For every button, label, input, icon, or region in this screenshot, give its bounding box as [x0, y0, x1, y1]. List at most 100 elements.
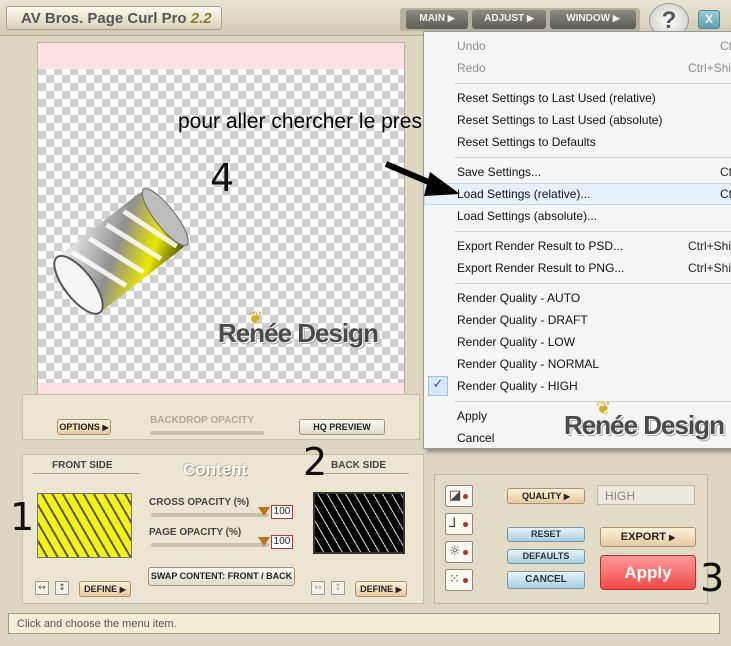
flip-horizontal-icon[interactable]: ↔	[311, 581, 325, 595]
checkmark-icon: ✓	[428, 376, 448, 396]
annotation-number-1: 1	[10, 495, 35, 539]
menu-item-render-low[interactable]: Render Quality - LOW	[424, 331, 731, 353]
watermark-logo: ❦ Renée Design	[218, 308, 379, 349]
play-icon: ▶	[119, 585, 126, 594]
cross-opacity-thumb[interactable]	[258, 507, 270, 516]
axis-icon: ⅃	[449, 516, 457, 531]
menu-item-label: Undo	[457, 39, 486, 53]
butterfly-icon: ❦	[248, 308, 264, 329]
menu-item-render-high[interactable]: ✓ Render Quality - HIGH	[424, 375, 731, 397]
texture-tool-button[interactable]: ⁙	[445, 569, 473, 591]
export-button[interactable]: EXPORT ▶	[600, 527, 696, 547]
main-menu-label: MAIN	[419, 13, 445, 24]
output-panel: ◪ ⅃ ☼ ⁙ QUALITY ▶ HIGH RESET DEFAULTS CA…	[434, 474, 708, 604]
menu-item-label: Render Quality - HIGH	[457, 379, 578, 393]
content-panel: FRONT SIDE ↔ ↕ DEFINE ▶ Content CROSS OP…	[22, 454, 424, 604]
menu-item-load-relative[interactable]: Load Settings (relative)... Ct	[424, 183, 731, 205]
cross-opacity-label: CROSS OPACITY (%)	[149, 497, 250, 508]
play-icon: ▶	[526, 13, 534, 23]
window-menu-button[interactable]: WINDOW ▶	[550, 10, 636, 29]
front-texture-swatch[interactable]	[37, 493, 132, 558]
cross-opacity-value[interactable]: 100	[271, 505, 293, 519]
indicator-dot	[463, 494, 468, 499]
menu-item-export-png[interactable]: Export Render Result to PNG... Ctrl+Shi	[424, 257, 731, 279]
adjust-menu-label: ADJUST	[484, 13, 525, 24]
page-tool-button[interactable]: ◪	[445, 485, 473, 507]
page-opacity-thumb[interactable]	[258, 537, 270, 546]
defaults-button[interactable]: DEFAULTS	[507, 549, 585, 564]
menu-item-shortcut: Ctrl+Shi	[688, 61, 731, 75]
define-front-label: DEFINE	[84, 584, 118, 594]
menu-item-shortcut: Ctrl+Shi	[688, 239, 731, 253]
annotation-arrow-icon	[384, 161, 460, 196]
butterfly-icon: ❦	[596, 398, 612, 419]
menu-item-redo[interactable]: Redo Ctrl+Shi	[424, 57, 731, 79]
axis-tool-button[interactable]: ⅃	[445, 513, 473, 535]
back-texture-swatch[interactable]	[313, 492, 405, 554]
curled-cylinder-image	[53, 188, 189, 315]
menu-item-label: Reset Settings to Defaults	[457, 135, 596, 149]
hq-preview-button[interactable]: HQ PREVIEW	[299, 419, 385, 435]
adjust-menu-button[interactable]: ADJUST ▶	[472, 10, 546, 29]
menu-item-shortcut: Ctrl+Shi	[688, 261, 731, 275]
menu-item-label: Reset Settings to Last Used (relative)	[457, 91, 656, 105]
swap-content-button[interactable]: SWAP CONTENT: FRONT / BACK	[148, 567, 295, 586]
quality-label: QUALITY	[521, 491, 562, 501]
menu-item-reset-defaults[interactable]: Reset Settings to Defaults	[424, 131, 731, 153]
cancel-button[interactable]: CANCEL	[507, 571, 585, 589]
play-icon: ▶	[395, 585, 402, 594]
quality-button[interactable]: QUALITY ▶	[507, 488, 585, 504]
menu-item-label: Load Settings (relative)...	[457, 187, 591, 201]
preview-top-band	[38, 43, 404, 69]
menu-item-label: Redo	[457, 61, 486, 75]
page-opacity-label: PAGE OPACITY (%)	[149, 527, 242, 538]
flip-vertical-icon[interactable]: ↕	[55, 581, 69, 595]
main-menu-dropdown: Undo Ct Redo Ctrl+Shi Reset Settings to La…	[423, 31, 731, 449]
menu-item-label: Reset Settings to Last Used (absolute)	[457, 113, 663, 127]
menu-item-reset-last-absolute[interactable]: Reset Settings to Last Used (absolute)	[424, 109, 731, 131]
content-heading: Content	[183, 460, 248, 479]
menu-item-undo[interactable]: Undo Ct	[424, 35, 731, 57]
menu-item-label: Export Render Result to PSD...	[457, 239, 624, 253]
app-version: 2.2	[190, 10, 212, 27]
backdrop-opacity-slider[interactable]	[150, 431, 264, 435]
light-tool-button[interactable]: ☼	[445, 541, 473, 563]
options-button[interactable]: OPTIONS ▶	[57, 419, 111, 435]
menu-item-label: Load Settings (absolute)...	[457, 209, 598, 223]
main-menu-button[interactable]: MAIN ▶	[406, 10, 468, 29]
play-icon: ▶	[612, 13, 620, 23]
back-side-label: BACK SIDE	[331, 460, 387, 471]
menu-item-render-draft[interactable]: Render Quality - DRAFT	[424, 309, 731, 331]
options-label: OPTIONS	[59, 422, 100, 432]
close-button[interactable]: X	[698, 10, 720, 29]
sun-icon: ☼	[449, 544, 461, 559]
indicator-dot	[463, 550, 468, 555]
menu-item-render-normal[interactable]: Render Quality - NORMAL	[424, 353, 731, 375]
annotation-number-4: 4	[210, 156, 235, 200]
quality-value-field[interactable]: HIGH	[597, 485, 695, 505]
menu-item-render-auto[interactable]: Render Quality - AUTO	[424, 287, 731, 309]
play-icon: ▶	[669, 533, 676, 542]
status-bar: Click and choose the menu item.	[8, 613, 720, 634]
menu-item-load-absolute[interactable]: Load Settings (absolute)...	[424, 205, 731, 227]
define-front-button[interactable]: DEFINE ▶	[79, 581, 131, 597]
menu-item-shortcut: Ct	[720, 39, 731, 53]
menu-item-reset-last-relative[interactable]: Reset Settings to Last Used (relative)	[424, 87, 731, 109]
menu-separator	[454, 401, 731, 402]
grid-icon: ⁙	[449, 572, 460, 587]
flip-vertical-icon[interactable]: ↕	[331, 581, 345, 595]
preview-canvas[interactable]: ❦ Renée Design	[37, 42, 405, 410]
window-menu-label: WINDOW	[566, 13, 611, 24]
indicator-dot	[463, 522, 468, 527]
page-opacity-slider[interactable]	[151, 543, 269, 547]
define-back-button[interactable]: DEFINE ▶	[355, 581, 407, 597]
reset-button[interactable]: RESET	[507, 527, 585, 542]
menu-item-save-settings[interactable]: Save Settings... Ct	[424, 161, 731, 183]
cross-opacity-slider[interactable]	[151, 513, 269, 517]
flip-horizontal-icon[interactable]: ↔	[35, 581, 49, 595]
page-opacity-value[interactable]: 100	[271, 535, 293, 549]
front-side-label: FRONT SIDE	[52, 460, 113, 471]
menu-item-export-psd[interactable]: Export Render Result to PSD... Ctrl+Shi	[424, 235, 731, 257]
apply-button[interactable]: Apply	[600, 555, 696, 590]
menu-item-shortcut: Ct	[720, 165, 731, 179]
